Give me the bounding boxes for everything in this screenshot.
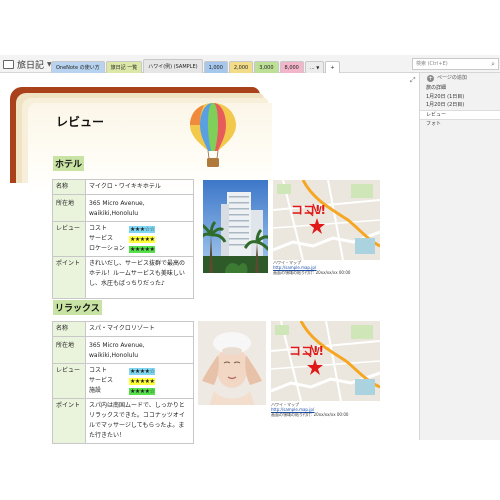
tab-hawaii-sample[interactable]: ハワイ(例) (SAMPLE) <box>143 59 203 73</box>
section-tabs: OneNote の使い方 旅日記 一覧 ハワイ(例) (SAMPLE) 1,00… <box>51 58 340 73</box>
table-key: 所在地 <box>52 194 86 222</box>
table-row: ポイント きれいだし、サービス抜群で最高のホテル！ルームサービスも美味しいし、水… <box>52 256 194 299</box>
table-row: レビュー コスト ★★★★☆ サービス ★★★★★ 施設 ★★★★☆ <box>52 363 194 399</box>
rating-row: 施設 ★★★★☆ <box>89 386 190 396</box>
table-key: レビュー <box>52 363 86 399</box>
page-list-pane: + ページの追加 旅の詳細 1月20日 (1日目) 1月20日 (2日目) レビ… <box>419 73 500 440</box>
tab-more-label: ... <box>309 65 315 71</box>
plus-icon: + <box>427 75 434 82</box>
rating-row: ロケーション ★★★★★ <box>89 244 190 254</box>
table-row: 所在地 365 Micro Avenue, waikiki,Honolulu <box>52 194 194 222</box>
table-key: ポイント <box>52 256 86 299</box>
table-value[interactable]: 365 Micro Avenue, waikiki,Honolulu <box>85 194 194 222</box>
table-key: レビュー <box>52 221 86 257</box>
table-row: 所在地 365 Micro Avenue, waikiki,Honolulu <box>52 336 194 364</box>
star-rating: ★★★★☆ <box>129 387 156 395</box>
hotel-map-caption: ハワイ・マップ http://sample.map.jp/ 画面の領域の貼り付け… <box>273 260 350 275</box>
notebook-tab-bar: 旅日記 ▼ OneNote の使い方 旅日記 一覧 ハワイ(例) (SAMPLE… <box>0 55 500 73</box>
rating-label: コスト <box>89 367 108 374</box>
add-section-button[interactable]: + <box>325 61 340 73</box>
rating-row: コスト ★★★★☆ <box>89 366 190 376</box>
hot-air-balloon-icon <box>190 103 236 167</box>
expand-icon[interactable]: ⤢ <box>410 76 416 85</box>
table-key: 所在地 <box>52 336 86 364</box>
table-row: レビュー コスト ★★★☆☆ サービス ★★★★★ ロケーション ★★★★★ <box>52 221 194 257</box>
page-item-day1[interactable]: 1月20日 (1日目) <box>420 93 500 102</box>
hotel-map[interactable]: ココ!! <box>273 180 380 260</box>
table-value[interactable]: きれいだし、サービス抜群で最高のホテル！ルームサービスも美味しいし、水圧もばっち… <box>85 256 194 299</box>
page-item-trip-details[interactable]: 旅の詳細 <box>420 84 500 93</box>
table-row: 名称 マイクロ・ワイキキホテル <box>52 179 194 195</box>
rating-row: サービス ★★★★★ <box>89 376 190 386</box>
rating-label: サービス <box>89 235 114 242</box>
tab-list[interactable]: 旅日記 一覧 <box>105 61 143 73</box>
table-key: 名称 <box>52 179 86 195</box>
table-key: ポイント <box>52 398 86 444</box>
table-value[interactable]: 365 Micro Avenue, waikiki,Honolulu <box>85 336 194 364</box>
page-title[interactable]: レビュー <box>56 113 104 130</box>
rating-label: コスト <box>89 225 108 232</box>
table-value[interactable]: スパ内は南国ムードで、しっかりとリラックスできた。ココナッツオイルでマッサージし… <box>85 398 194 444</box>
section-heading-relax: リラックス <box>53 300 102 315</box>
rating-label: サービス <box>89 377 114 384</box>
tab-1000[interactable]: 1,000 <box>203 61 228 73</box>
table-row: 名称 スパ・マイクロリゾート <box>52 321 194 337</box>
spa-photo[interactable] <box>198 321 266 417</box>
map-caption-date: 画面の領域の貼り付け: 20xx/xx/xx 00:00 <box>273 270 351 275</box>
tab-howto[interactable]: OneNote の使い方 <box>51 61 105 73</box>
tab-more[interactable]: ... ▼ <box>304 61 325 73</box>
relax-map[interactable]: ココ!! <box>271 321 380 401</box>
rating-row: サービス ★★★★★ <box>89 234 190 244</box>
star-rating: ★★★★★ <box>129 235 156 243</box>
notebook-name: 旅日記 <box>17 60 45 71</box>
map-caption-date: 画面の領域の貼り付け: 20xx/xx/xx 00:00 <box>271 412 349 417</box>
tab-3000[interactable]: 3,000 <box>254 61 279 73</box>
page-item-photo[interactable]: フォト <box>420 120 500 129</box>
add-page-button[interactable]: + ページの追加 <box>420 73 500 84</box>
relax-map-caption: ハワイ・マップ http://sample.map.jp/ 画面の領域の貼り付け… <box>271 402 348 417</box>
add-page-label: ページの追加 <box>437 75 467 81</box>
table-value[interactable]: スパ・マイクロリゾート <box>85 321 194 337</box>
search-input[interactable]: 検索 (Ctrl+E) ⌕ <box>412 58 499 70</box>
hotel-photo[interactable] <box>203 180 268 273</box>
star-rating: ★★★★☆ <box>129 367 156 375</box>
hotel-info-table: 名称 マイクロ・ワイキキホテル 所在地 365 Micro Avenue, wa… <box>52 179 194 299</box>
search-icon[interactable]: ⌕ <box>491 59 495 70</box>
star-rating: ★★★★★ <box>129 377 156 385</box>
page-item-review[interactable]: レビュー <box>420 109 500 120</box>
star-rating: ★★★★★ <box>129 245 156 253</box>
rating-list[interactable]: コスト ★★★★☆ サービス ★★★★★ 施設 ★★★★☆ <box>85 363 194 399</box>
notebook-icon <box>3 59 14 69</box>
page-item-day2[interactable]: 1月20日 (2日目) <box>420 101 500 110</box>
search-placeholder: 検索 (Ctrl+E) <box>416 61 448 67</box>
map-marker-label: ココ!! <box>289 344 324 358</box>
rating-list[interactable]: コスト ★★★☆☆ サービス ★★★★★ ロケーション ★★★★★ <box>85 221 194 257</box>
notebook-selector[interactable]: 旅日記 ▼ <box>3 57 52 71</box>
tab-2000[interactable]: 2,000 <box>228 61 254 73</box>
table-value[interactable]: マイクロ・ワイキキホテル <box>85 179 194 195</box>
section-heading-hotel: ホテル <box>53 156 85 171</box>
chevron-down-icon: ▼ <box>316 65 320 70</box>
rating-row: コスト ★★★☆☆ <box>89 224 190 234</box>
table-key: 名称 <box>52 321 86 337</box>
relax-info-table: 名称 スパ・マイクロリゾート 所在地 365 Micro Avenue, wai… <box>52 321 194 444</box>
star-rating: ★★★☆☆ <box>129 225 156 233</box>
table-row: ポイント スパ内は南国ムードで、しっかりとリラックスできた。ココナッツオイルでマ… <box>52 398 194 444</box>
rating-label: 施設 <box>89 387 102 394</box>
map-marker-label: ココ!! <box>291 203 326 217</box>
rating-label: ロケーション <box>89 245 125 252</box>
tab-8000[interactable]: 8,000 <box>279 61 304 73</box>
